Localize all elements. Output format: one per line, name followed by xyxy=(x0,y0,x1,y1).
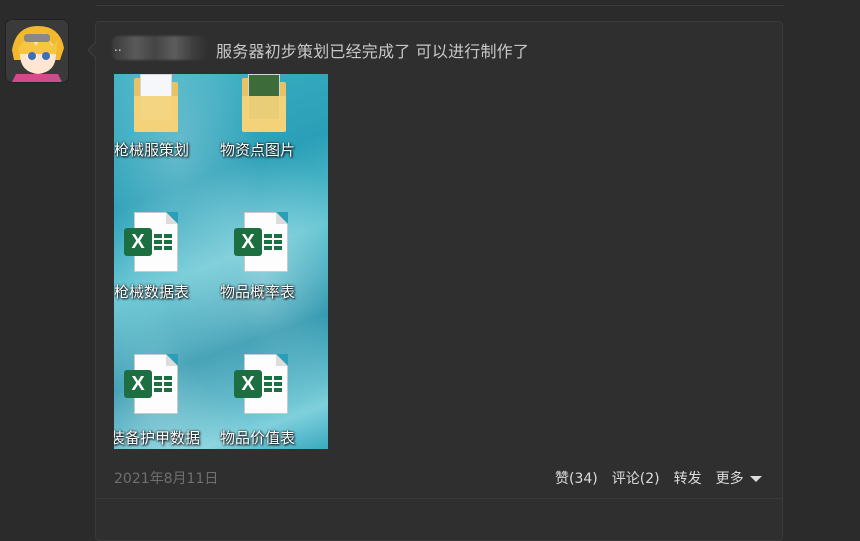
desktop-item-label: 物品概率表 xyxy=(220,283,296,301)
caret-down-icon xyxy=(749,476,762,482)
comment-button[interactable]: 评论(2) xyxy=(612,468,660,488)
desktop-item: 枪械服策划 xyxy=(114,74,214,174)
desktop-item: X 物品概率表 xyxy=(220,212,320,312)
post-text: 服务器初步策划已经完成了 可以进行制作了 xyxy=(216,42,530,61)
like-button[interactable]: 赞(34) xyxy=(555,468,598,488)
excel-file-icon: X xyxy=(234,354,290,416)
desktop-item-label: 物资点图片 xyxy=(220,141,296,159)
card-divider xyxy=(96,498,783,499)
forward-button[interactable]: 转发 xyxy=(674,468,702,488)
desktop-item-label: 装备护甲数据 xyxy=(114,429,201,447)
desktop-item: X 物品价值表 xyxy=(220,354,320,449)
excel-file-icon: X xyxy=(234,212,290,274)
desktop-item-label: 枪械服策划 xyxy=(114,141,190,159)
desktop-item: X 枪械数据表 xyxy=(114,212,214,312)
more-button[interactable]: 更多 xyxy=(716,468,762,488)
avatar-image xyxy=(6,20,68,82)
folder-icon xyxy=(242,74,286,132)
excel-file-icon: X xyxy=(124,354,180,416)
post-date: 2021年8月11日 xyxy=(114,471,219,487)
author-name-dots: .. xyxy=(114,40,122,54)
excel-file-icon: X xyxy=(124,212,180,274)
desktop-item-label: 枪械数据表 xyxy=(114,283,190,301)
top-separator xyxy=(96,0,784,6)
desktop-item: X 装备护甲数据 xyxy=(114,354,214,449)
avatar[interactable] xyxy=(6,20,68,82)
post-actions: 赞(34) 评论(2) 转发 更多 xyxy=(555,468,762,488)
folder-icon xyxy=(134,74,178,132)
more-label: 更多 xyxy=(715,471,744,487)
desktop-item: 物资点图片 xyxy=(220,74,320,174)
attachment-image[interactable]: 枪械服策划 物资点图片 X 枪械数据表 X 物品概率表 X 装备护甲数据 X 物… xyxy=(114,74,328,449)
desktop-item-label: 物品价值表 xyxy=(220,429,296,447)
author-name-blurred[interactable] xyxy=(112,36,208,60)
